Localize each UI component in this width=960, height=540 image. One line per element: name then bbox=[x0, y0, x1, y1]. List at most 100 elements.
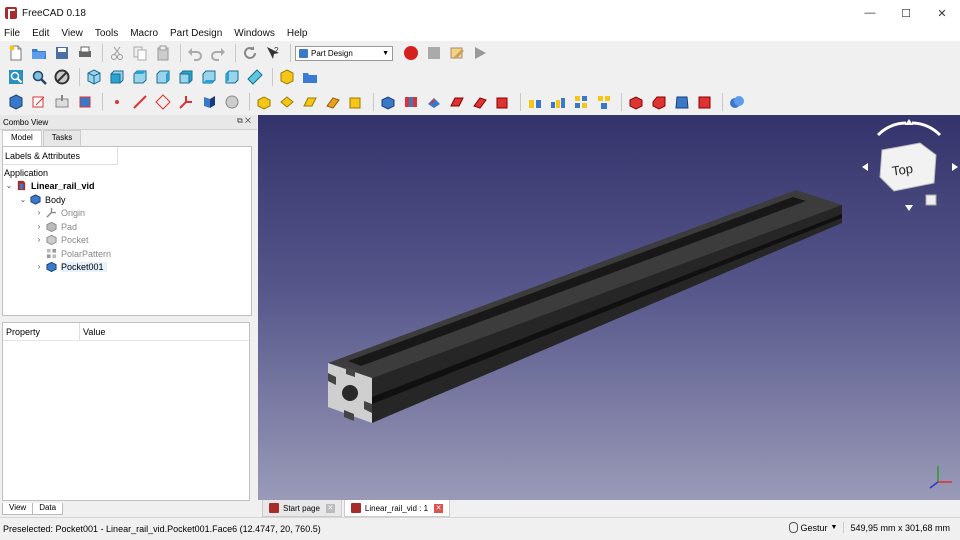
refresh-icon[interactable] bbox=[240, 44, 259, 63]
datum-plane-icon[interactable] bbox=[153, 93, 172, 112]
tab-linear-rail[interactable]: Linear_rail_vid : 1 ✕ bbox=[343, 500, 451, 517]
menu-view[interactable]: View bbox=[61, 28, 83, 39]
fillet-icon[interactable] bbox=[626, 93, 645, 112]
view-bottom-icon[interactable] bbox=[199, 68, 218, 87]
additive-primitive-icon[interactable] bbox=[346, 93, 365, 112]
tab-model[interactable]: Model bbox=[2, 130, 42, 146]
open-folder-icon[interactable] bbox=[29, 44, 48, 63]
menu-macro[interactable]: Macro bbox=[130, 28, 158, 39]
chevron-right-icon[interactable]: › bbox=[34, 235, 44, 244]
chevron-right-icon[interactable]: › bbox=[34, 262, 44, 271]
additive-pipe-icon[interactable] bbox=[323, 93, 342, 112]
pocket-icon[interactable] bbox=[378, 93, 397, 112]
chamfer-icon[interactable] bbox=[649, 93, 668, 112]
menu-windows[interactable]: Windows bbox=[234, 28, 275, 39]
chevron-right-icon[interactable]: › bbox=[34, 208, 44, 217]
save-icon[interactable] bbox=[52, 44, 71, 63]
undo-icon[interactable] bbox=[185, 44, 204, 63]
view-isometric-icon[interactable] bbox=[84, 68, 103, 87]
run-macro-icon[interactable] bbox=[470, 44, 489, 63]
menu-edit[interactable]: Edit bbox=[32, 28, 49, 39]
tab-view[interactable]: View bbox=[2, 503, 34, 515]
rail-top-face[interactable] bbox=[328, 190, 842, 378]
arrow-up-icon[interactable] bbox=[905, 119, 913, 125]
chevron-right-icon[interactable]: › bbox=[34, 222, 44, 231]
tree-item-pocket001[interactable]: › Pocket001 bbox=[34, 260, 107, 273]
view-top-icon[interactable] bbox=[130, 68, 149, 87]
pad-icon[interactable] bbox=[254, 93, 273, 112]
rotate-right-icon[interactable] bbox=[911, 121, 942, 137]
3d-viewport[interactable]: Top bbox=[258, 115, 960, 500]
shape-binder-icon[interactable] bbox=[75, 93, 94, 112]
tab-data[interactable]: Data bbox=[32, 503, 64, 515]
create-body-icon[interactable] bbox=[6, 93, 25, 112]
create-part-icon[interactable] bbox=[277, 68, 296, 87]
create-group-icon[interactable] bbox=[300, 68, 319, 87]
cut-icon[interactable] bbox=[107, 44, 126, 63]
hole-icon[interactable] bbox=[401, 93, 420, 112]
revolution-icon[interactable] bbox=[277, 93, 296, 112]
local-cs-icon[interactable] bbox=[176, 93, 195, 112]
arrow-right-icon[interactable] bbox=[952, 163, 958, 171]
subtractive-pipe-icon[interactable] bbox=[470, 93, 489, 112]
redo-icon[interactable] bbox=[208, 44, 227, 63]
close-tab-icon[interactable]: ✕ bbox=[325, 503, 335, 513]
chevron-down-icon[interactable]: ⌄ bbox=[4, 181, 14, 190]
validate-sketch-icon[interactable] bbox=[52, 93, 71, 112]
view-right-icon[interactable] bbox=[153, 68, 172, 87]
draw-style-icon[interactable] bbox=[52, 68, 71, 87]
fit-selection-icon[interactable] bbox=[29, 68, 48, 87]
view-rear-icon[interactable] bbox=[176, 68, 195, 87]
new-document-icon[interactable] bbox=[6, 44, 25, 63]
tree-item-pocket[interactable]: › Pocket bbox=[34, 233, 89, 246]
tree-item-origin[interactable]: › Origin bbox=[34, 206, 85, 219]
rotate-left-icon[interactable] bbox=[876, 121, 907, 137]
dock-float-close-icon[interactable]: ⧉ ✕ bbox=[237, 116, 251, 126]
edit-macro-icon[interactable] bbox=[447, 44, 466, 63]
maximize-button[interactable]: ☐ bbox=[888, 0, 924, 26]
tree-item-document[interactable]: ⌄ Linear_rail_vid bbox=[4, 179, 95, 192]
multi-transform-icon[interactable] bbox=[594, 93, 613, 112]
datum-line-icon[interactable] bbox=[130, 93, 149, 112]
clone-icon[interactable] bbox=[199, 93, 218, 112]
sketch-attach-icon[interactable] bbox=[222, 93, 241, 112]
close-tab-icon[interactable]: ✕ bbox=[434, 503, 444, 513]
thickness-icon[interactable] bbox=[695, 93, 714, 112]
paste-icon[interactable] bbox=[153, 44, 172, 63]
measure-icon[interactable] bbox=[245, 68, 264, 87]
arrow-left-icon[interactable] bbox=[862, 163, 868, 171]
close-button[interactable]: ✕ bbox=[924, 0, 960, 26]
tree-item-pad[interactable]: › Pad bbox=[34, 220, 77, 233]
fit-all-icon[interactable] bbox=[6, 68, 25, 87]
polar-pattern-icon[interactable] bbox=[571, 93, 590, 112]
menu-help[interactable]: Help bbox=[287, 28, 308, 39]
linear-pattern-icon[interactable] bbox=[548, 93, 567, 112]
view-menu-cube-icon[interactable] bbox=[925, 194, 937, 206]
subtractive-loft-icon[interactable] bbox=[447, 93, 466, 112]
navigation-cube[interactable]: Top bbox=[848, 115, 960, 225]
copy-icon[interactable] bbox=[130, 44, 149, 63]
tab-start-page[interactable]: Start page ✕ bbox=[262, 500, 342, 517]
menu-part-design[interactable]: Part Design bbox=[170, 28, 222, 39]
rail-side-face[interactable] bbox=[372, 205, 842, 423]
datum-point-icon[interactable] bbox=[107, 93, 126, 112]
menu-tools[interactable]: Tools bbox=[95, 28, 118, 39]
boolean-icon[interactable] bbox=[727, 93, 746, 112]
groove-icon[interactable] bbox=[424, 93, 443, 112]
record-macro-icon[interactable] bbox=[401, 44, 420, 63]
print-icon[interactable] bbox=[75, 44, 94, 63]
view-front-icon[interactable] bbox=[107, 68, 126, 87]
mirrored-icon[interactable] bbox=[525, 93, 544, 112]
stop-macro-icon[interactable] bbox=[424, 44, 443, 63]
chevron-down-icon[interactable]: ⌄ bbox=[18, 195, 28, 204]
whats-this-icon[interactable]: ? bbox=[263, 44, 282, 63]
arrow-down-icon[interactable] bbox=[905, 205, 913, 211]
menu-file[interactable]: File bbox=[4, 28, 20, 39]
minimize-button[interactable]: — bbox=[852, 0, 888, 26]
navigation-style-selector[interactable]: Gestur ▼ bbox=[788, 522, 845, 533]
tree-item-polarpattern[interactable]: PolarPattern bbox=[44, 247, 111, 260]
additive-loft-icon[interactable] bbox=[300, 93, 319, 112]
tab-tasks[interactable]: Tasks bbox=[42, 130, 82, 146]
create-sketch-icon[interactable] bbox=[29, 93, 48, 112]
workbench-selector[interactable]: Part Design ▼ bbox=[295, 45, 393, 61]
